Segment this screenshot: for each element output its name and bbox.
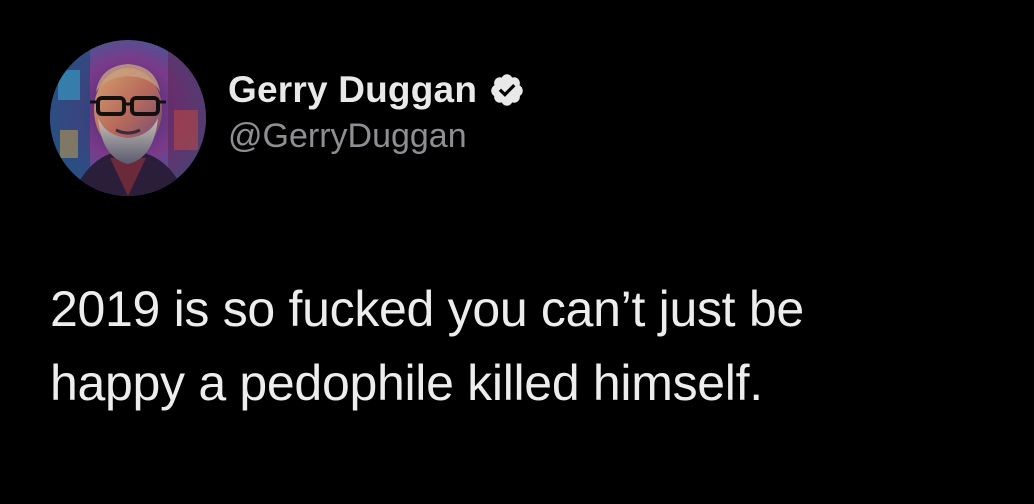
name-row: Gerry Duggan [228,69,525,111]
tweet-card: Gerry Duggan @GerryDuggan 2019 is so fuc… [0,0,1034,504]
display-name[interactable]: Gerry Duggan [228,69,477,111]
avatar[interactable] [50,40,206,196]
tweet-text-line: happy a pedophile killed himself. [50,355,763,411]
tweet-text: 2019 is so fucked you can’t just be happ… [50,272,1010,420]
tweet-text-line: 2019 is so fucked you can’t just be [50,281,804,337]
avatar-image [50,40,206,196]
verified-badge-icon [489,72,525,108]
author-identity: Gerry Duggan @GerryDuggan [228,69,525,156]
handle[interactable]: @GerryDuggan [228,117,525,156]
tweet-header: Gerry Duggan @GerryDuggan [50,40,525,196]
